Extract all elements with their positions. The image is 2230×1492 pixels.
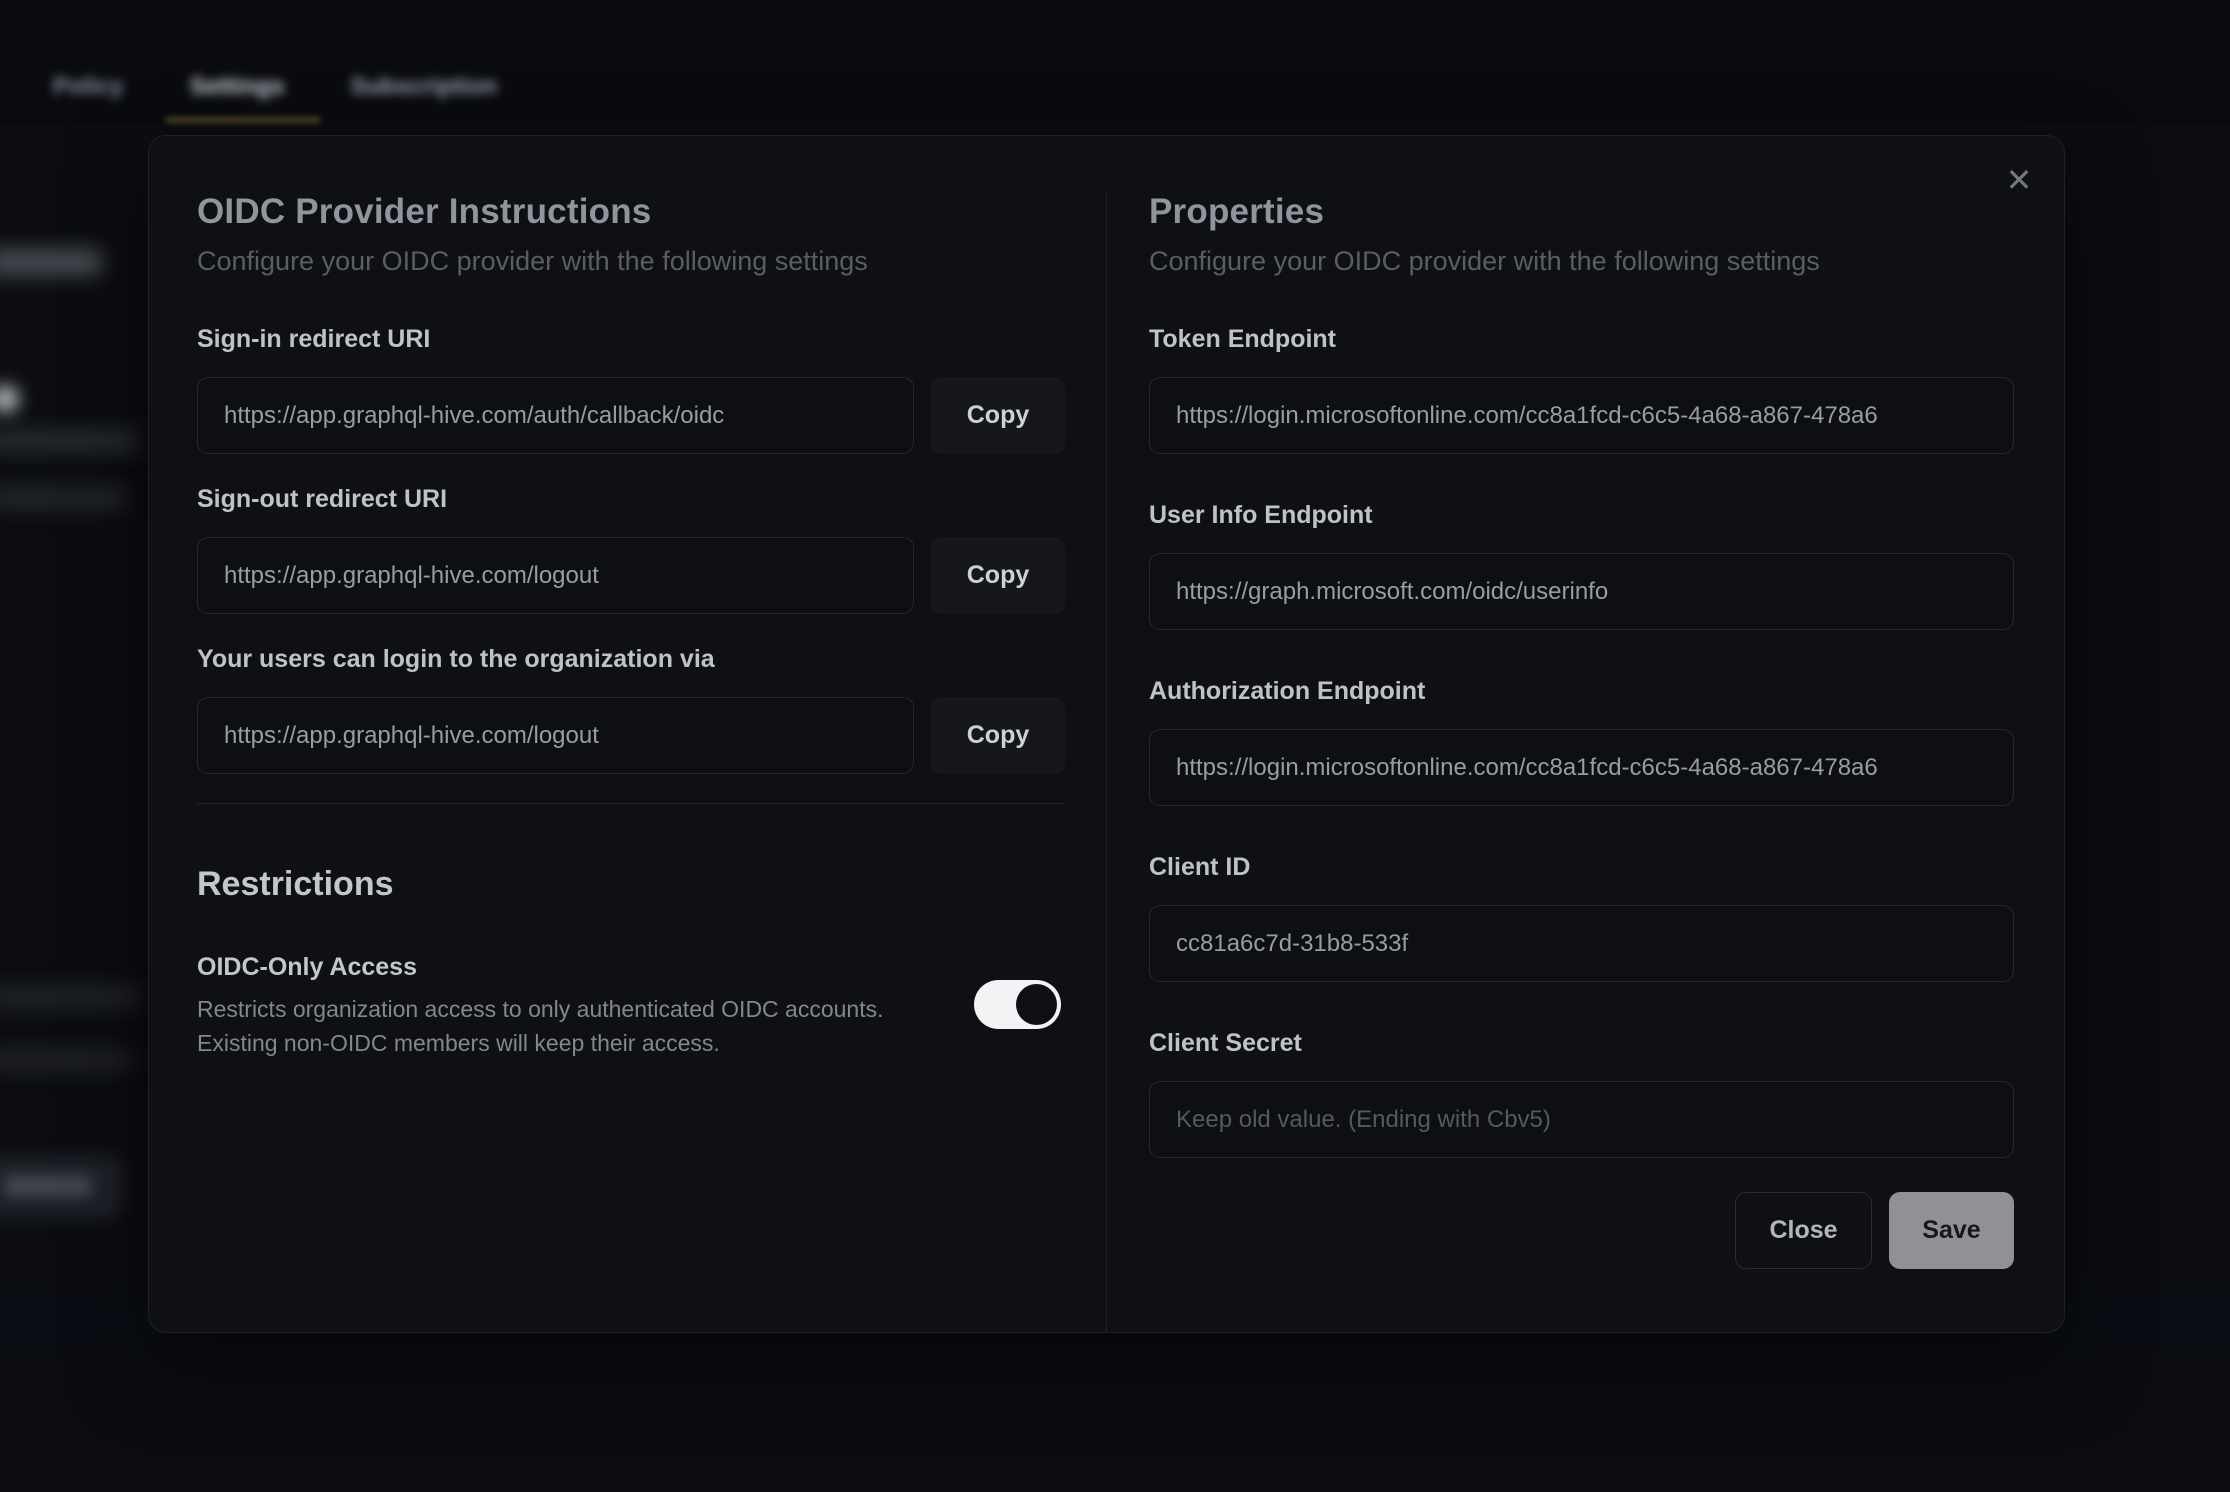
oidc-only-access-toggle[interactable] [974, 980, 1061, 1029]
blurred-background-text [0, 249, 102, 275]
user-info-endpoint-row [1149, 553, 2014, 630]
modal-footer: Close Save [1149, 1192, 2014, 1269]
blurred-background-button-label [4, 1176, 92, 1196]
toggle-knob [1016, 984, 1057, 1025]
close-button[interactable]: Close [1735, 1192, 1872, 1269]
client-id-row [1149, 905, 2014, 982]
oidc-only-access-row: OIDC-Only Access Restricts organization … [197, 952, 1065, 1060]
blurred-background-text [0, 1049, 132, 1071]
oidc-settings-modal: OIDC Provider Instructions Configure you… [148, 135, 2065, 1333]
client-secret-input[interactable] [1149, 1081, 2014, 1158]
screen: Policy Settings Subscription OIDC Provid… [0, 0, 2230, 1492]
user-info-endpoint-label: User Info Endpoint [1149, 500, 2014, 530]
sign-in-redirect-input[interactable] [197, 377, 914, 454]
tab-subscription[interactable]: Subscription [350, 73, 497, 101]
token-endpoint-label: Token Endpoint [1149, 324, 2014, 354]
blurred-background-text [0, 430, 138, 452]
oidc-only-access-label: OIDC-Only Access [197, 952, 945, 982]
login-via-input[interactable] [197, 697, 914, 774]
authorization-endpoint-label: Authorization Endpoint [1149, 676, 2014, 706]
authorization-endpoint-row [1149, 729, 2014, 806]
copy-login-via-button[interactable]: Copy [931, 697, 1065, 774]
client-id-input[interactable] [1149, 905, 2014, 982]
client-secret-row [1149, 1081, 2014, 1158]
oidc-only-access-description: Restricts organization access to only au… [197, 992, 945, 1060]
copy-sign-out-button[interactable]: Copy [931, 537, 1065, 614]
client-secret-label: Client Secret [1149, 1028, 2014, 1058]
sign-in-redirect-label: Sign-in redirect URI [197, 324, 1065, 354]
properties-title: Properties [1149, 191, 2014, 233]
oidc-instructions-panel: OIDC Provider Instructions Configure you… [197, 191, 1107, 1332]
instructions-title: OIDC Provider Instructions [197, 191, 1065, 233]
sign-out-redirect-label: Sign-out redirect URI [197, 484, 1065, 514]
login-via-row: Copy [197, 697, 1065, 774]
login-via-label: Your users can login to the organization… [197, 644, 1065, 674]
save-button[interactable]: Save [1889, 1192, 2014, 1269]
authorization-endpoint-input[interactable] [1149, 729, 2014, 806]
section-divider [197, 803, 1065, 804]
background-tab-bar: Policy Settings Subscription [53, 64, 497, 110]
token-endpoint-row [1149, 377, 2014, 454]
sign-in-redirect-row: Copy [197, 377, 1065, 454]
tab-settings[interactable]: Settings [190, 73, 285, 101]
properties-panel: Properties Configure your OIDC provider … [1107, 191, 2064, 1332]
active-tab-underline [165, 117, 321, 123]
modal-close-button[interactable]: ✕ [1995, 156, 2043, 204]
client-id-label: Client ID [1149, 852, 2014, 882]
user-info-endpoint-input[interactable] [1149, 553, 2014, 630]
close-icon: ✕ [2006, 162, 2033, 198]
copy-sign-in-button[interactable]: Copy [931, 377, 1065, 454]
properties-subtitle: Configure your OIDC provider with the fo… [1149, 245, 2014, 277]
blurred-background-text [0, 487, 126, 509]
restrictions-title: Restrictions [197, 864, 1065, 904]
blurred-background-text [0, 986, 140, 1008]
sign-out-redirect-input[interactable] [197, 537, 914, 614]
sign-out-redirect-row: Copy [197, 537, 1065, 614]
instructions-subtitle: Configure your OIDC provider with the fo… [197, 245, 1065, 277]
tab-policy[interactable]: Policy [53, 73, 124, 101]
token-endpoint-input[interactable] [1149, 377, 2014, 454]
